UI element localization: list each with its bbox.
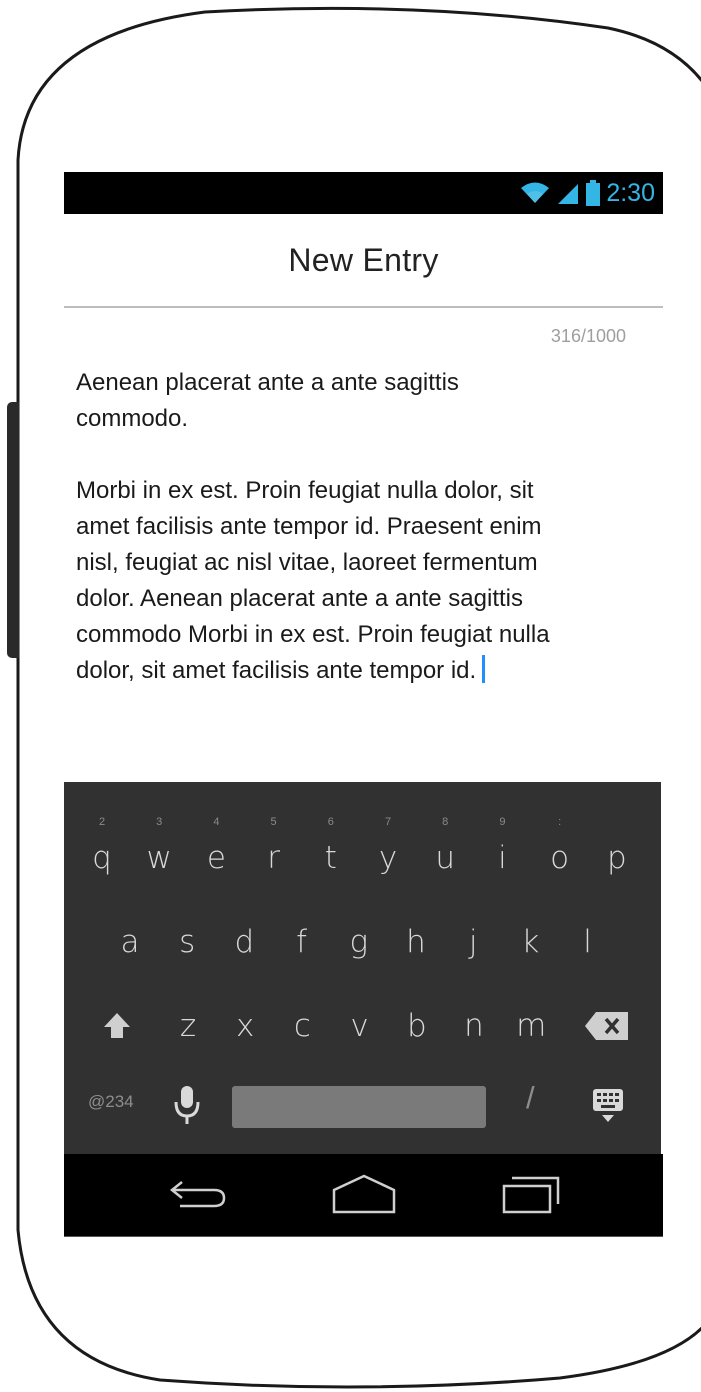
shift-icon[interactable] (102, 1010, 132, 1040)
key-x[interactable]: x (217, 1008, 273, 1044)
recents-icon[interactable] (502, 1172, 564, 1216)
key-v[interactable]: v (332, 1008, 388, 1044)
key-b[interactable]: b (389, 1008, 445, 1044)
key-m[interactable]: m (503, 1008, 559, 1044)
entry-text: Aenean placerat ante a ante sagittis com… (76, 369, 550, 684)
key-u[interactable]: u (417, 840, 473, 876)
key-f[interactable]: f (274, 924, 330, 960)
key-n[interactable]: n (446, 1008, 502, 1044)
page-title: New Entry (288, 241, 439, 278)
key-hint: 2 (98, 816, 106, 828)
key-p[interactable]: p (589, 840, 645, 876)
key-l[interactable]: l (560, 924, 616, 960)
key-z[interactable]: z (160, 1008, 216, 1044)
entry-text-area[interactable]: Aenean placerat ante a ante sagittis com… (76, 365, 636, 689)
back-icon[interactable] (166, 1174, 230, 1214)
key-r[interactable]: r (246, 840, 302, 876)
key-hint: 4 (213, 816, 220, 828)
keyboard-hide-icon[interactable] (592, 1088, 624, 1124)
backspace-icon[interactable] (584, 1010, 630, 1042)
signal-icon (558, 184, 579, 204)
key-hint: : (558, 816, 562, 828)
key-d[interactable]: d (216, 924, 272, 960)
key-g[interactable]: g (331, 924, 387, 960)
character-counter: 316/1000 (550, 326, 626, 346)
key-c[interactable]: c (274, 1008, 330, 1044)
key-h[interactable]: h (388, 924, 444, 960)
status-time: 2:30 (606, 179, 655, 207)
key-s[interactable]: s (159, 924, 215, 960)
text-cursor (482, 655, 486, 683)
entry-editor[interactable]: 316/1000 Aenean placerat ante a ante sag… (64, 308, 663, 782)
navigation-bar (64, 1154, 663, 1236)
home-icon[interactable] (332, 1172, 396, 1216)
wifi-icon (521, 182, 550, 203)
key-w[interactable]: w (131, 840, 187, 876)
key-o[interactable]: o (532, 840, 588, 876)
battery-icon (586, 180, 601, 206)
key-hint: 7 (384, 816, 392, 828)
key-i[interactable]: i (474, 840, 530, 876)
status-bar: 2:30 (64, 172, 663, 214)
title-bar: New Entry (64, 214, 663, 308)
symbols-key[interactable]: @234 (88, 1092, 134, 1112)
key-k[interactable]: k (502, 924, 558, 960)
side-volume-button[interactable] (7, 402, 19, 658)
key-y[interactable]: y (360, 840, 416, 876)
phone-screen: 2:30 New Entry 316/1000 Aenean placerat … (64, 172, 663, 1237)
spacebar[interactable] (232, 1086, 486, 1128)
key-hint: 5 (270, 816, 277, 828)
key-j[interactable]: j (445, 924, 501, 960)
key-hint: 8 (442, 816, 449, 828)
key-hint: 3 (156, 816, 163, 828)
soft-keyboard: @234 / 2 q 3 w 4 e 5 r 6 t 7 y 8 u 9 i: op asdfghjkl zxcvb… (64, 782, 661, 1154)
key-t[interactable]: t (303, 840, 359, 876)
microphone-icon[interactable] (174, 1084, 200, 1126)
key-hint: 9 (499, 816, 506, 828)
key-a[interactable]: a (102, 924, 158, 960)
key-hint: 6 (327, 816, 334, 828)
key-q[interactable]: q (74, 840, 130, 876)
slash-key[interactable]: / (526, 1080, 535, 1116)
key-e[interactable]: e (188, 840, 244, 876)
